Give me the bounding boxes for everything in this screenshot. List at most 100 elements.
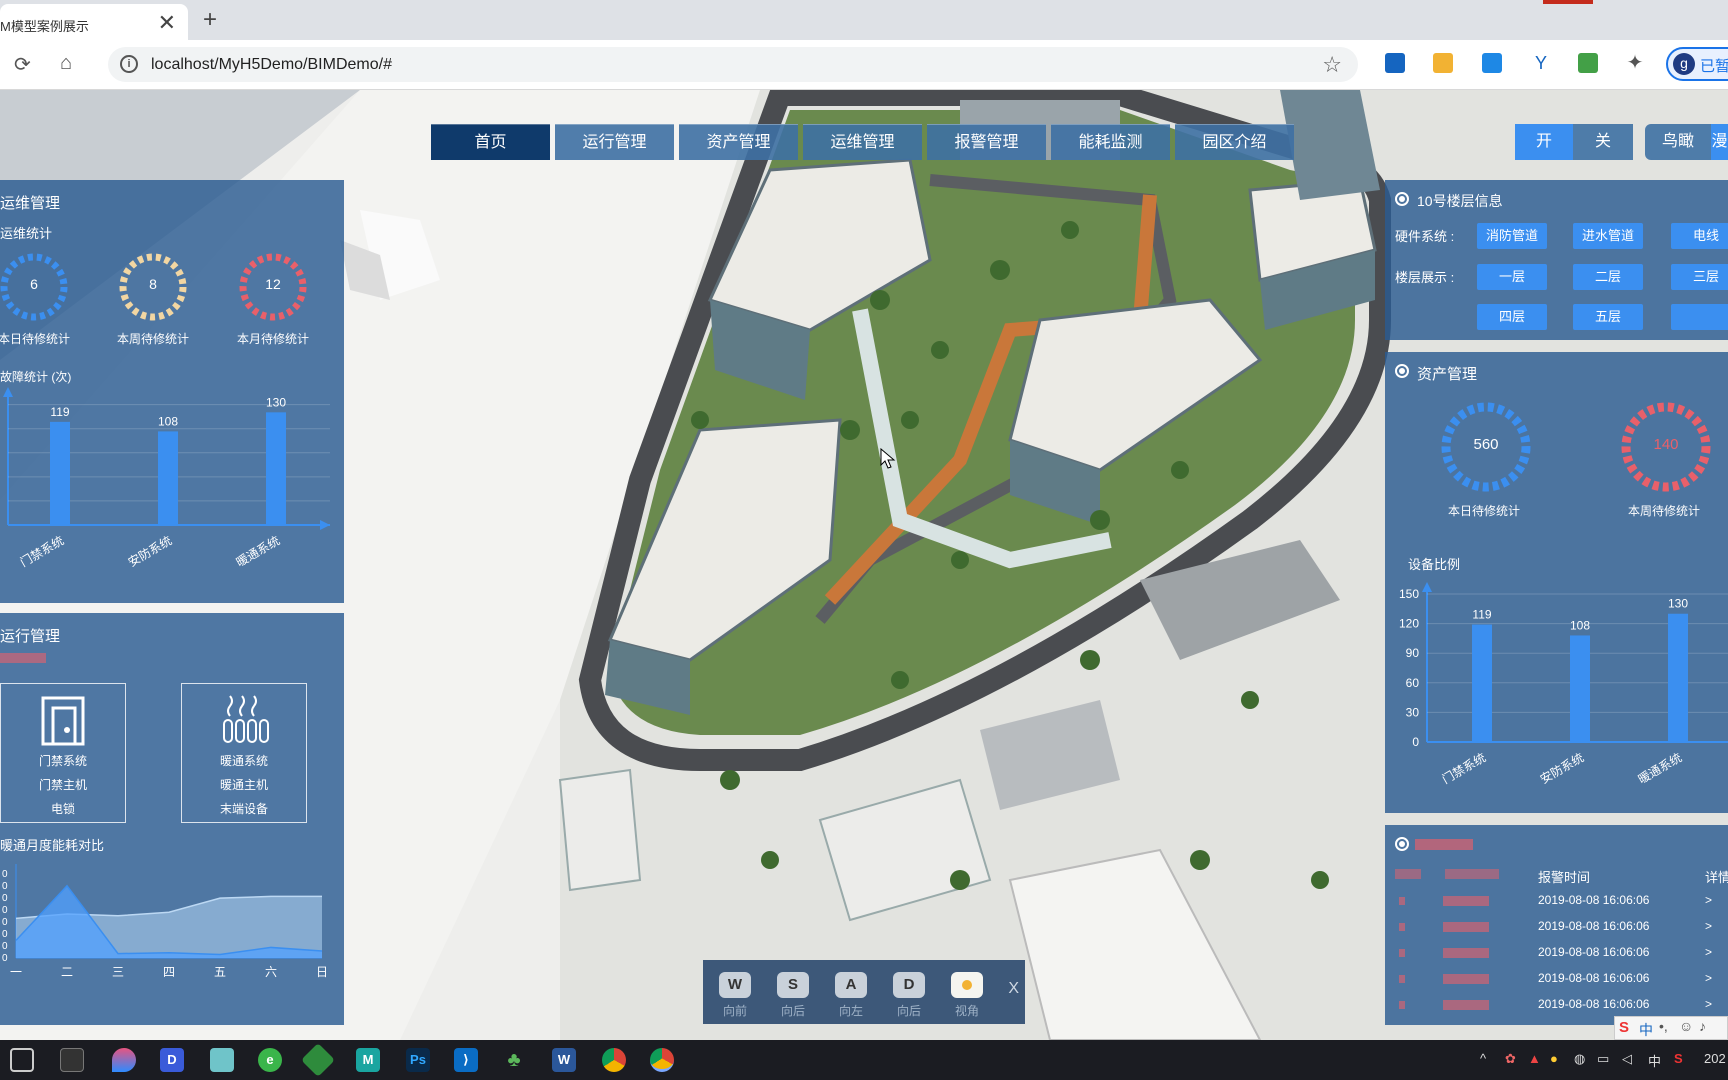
x-tick-label: 四 bbox=[163, 965, 175, 979]
network-icon[interactable]: ▭ bbox=[1597, 1051, 1609, 1067]
left-maintenance-panel: 运维管理 运维统计 6 本日待修统计 8 本周待修统计 12 本月待修统计 故障… bbox=[0, 180, 344, 603]
profile-button[interactable]: g 已暂 bbox=[1666, 47, 1728, 81]
ime-mic-icon[interactable]: ♪ bbox=[1699, 1018, 1706, 1034]
alarm-detail-link[interactable]: > bbox=[1705, 945, 1712, 959]
m-app-icon[interactable]: M bbox=[356, 1048, 380, 1072]
terminal-icon[interactable] bbox=[60, 1048, 84, 1072]
btn-floor-2[interactable]: 二层 bbox=[1573, 264, 1643, 290]
y-tick-label: 120 bbox=[1399, 617, 1419, 631]
alarm-row[interactable]: 2019-08-08 16:06:06 > bbox=[1385, 916, 1728, 940]
window-close-button[interactable] bbox=[1543, 0, 1593, 4]
access-control-card[interactable]: 门禁系统 门禁主机 电锁 bbox=[0, 683, 126, 823]
ime-floating-bar[interactable]: S 中 •, ☺ ♪ bbox=[1614, 1016, 1728, 1040]
nav-home[interactable]: 首页 bbox=[431, 124, 550, 160]
alarm-row[interactable]: 2019-08-08 16:06:06 > bbox=[1385, 968, 1728, 992]
tray-app-icon[interactable]: ✿ bbox=[1505, 1051, 1516, 1067]
nav-asset[interactable]: 资产管理 bbox=[679, 124, 798, 160]
ring-value: 8 bbox=[149, 276, 157, 292]
alarm-detail-link[interactable]: > bbox=[1705, 919, 1712, 933]
key-w-button[interactable]: W bbox=[719, 972, 751, 998]
view-angle-button[interactable] bbox=[951, 972, 983, 998]
site-info-icon[interactable]: i bbox=[120, 55, 138, 73]
key-s-button[interactable]: S bbox=[777, 972, 809, 998]
maps-app-icon[interactable] bbox=[112, 1048, 136, 1072]
left-operation-panel: 运行管理 门禁系统 门禁主机 电锁 暖通系统 暖通主机 末端设备 暖通月度能耗对… bbox=[0, 613, 344, 1025]
alarm-row[interactable]: 2019-08-08 16:06:06 > bbox=[1385, 942, 1728, 966]
view-roam-button[interactable]: 漫 bbox=[1711, 124, 1728, 160]
sogou-logo-icon: S bbox=[1619, 1019, 1630, 1036]
volume-icon[interactable]: ◁ bbox=[1622, 1051, 1632, 1067]
bookmark-star-icon[interactable]: ☆ bbox=[1322, 52, 1342, 78]
nav-operation[interactable]: 运行管理 bbox=[555, 124, 674, 160]
alarm-detail-link[interactable]: > bbox=[1705, 997, 1712, 1011]
key-a-button[interactable]: A bbox=[835, 972, 867, 998]
nav-alarm[interactable]: 报警管理 bbox=[927, 124, 1046, 160]
alarm-detail-link[interactable]: > bbox=[1705, 971, 1712, 985]
alarm-title-red bbox=[1415, 839, 1473, 850]
ime-punct-icon[interactable]: •, bbox=[1659, 1018, 1668, 1034]
extensions-puzzle-icon[interactable]: ✦ bbox=[1625, 53, 1645, 73]
clover-app-icon[interactable]: ♣ bbox=[502, 1048, 526, 1072]
task-view-icon[interactable] bbox=[10, 1048, 34, 1072]
vue-extension-icon[interactable]: Y bbox=[1531, 53, 1551, 73]
url-text[interactable]: localhost/MyH5Demo/BIMDemo/# bbox=[151, 56, 392, 74]
controls-close-button[interactable]: X bbox=[1008, 980, 1019, 998]
key-caption: 向前 bbox=[722, 1004, 747, 1018]
alarm-row[interactable]: 2019-08-08 16:06:06 > bbox=[1385, 994, 1728, 1018]
translate-extension-icon[interactable] bbox=[1482, 53, 1502, 73]
btn-floor-1[interactable]: 一层 bbox=[1477, 264, 1547, 290]
switch-on-button[interactable]: 开 bbox=[1515, 124, 1573, 160]
grid-extension-icon[interactable] bbox=[1578, 53, 1598, 73]
vscode-icon[interactable]: ⟩ bbox=[454, 1048, 478, 1072]
energy-label: 暖通月度能耗对比 bbox=[0, 838, 105, 853]
clock-extension-icon[interactable] bbox=[1433, 53, 1453, 73]
ratio-label: 设备比例 bbox=[1408, 557, 1461, 572]
photoshop-icon[interactable]: Ps bbox=[406, 1048, 430, 1072]
alarm-panel: 报警时间 详情 2019-08-08 16:06:06 >2019-08-08 1… bbox=[1385, 825, 1728, 1025]
chrome-active-icon[interactable] bbox=[650, 1048, 674, 1072]
ring-caption: 本日待修统计 bbox=[0, 332, 71, 346]
btn-floor-5[interactable]: 五层 bbox=[1573, 304, 1643, 330]
btn-floor-4[interactable]: 四层 bbox=[1477, 304, 1547, 330]
btn-water-pipe[interactable]: 进水管道 bbox=[1573, 223, 1643, 249]
word-icon[interactable]: W bbox=[552, 1048, 576, 1072]
clock[interactable]: 202 bbox=[1704, 1051, 1726, 1066]
view-birdseye-button[interactable]: 鸟瞰 bbox=[1645, 124, 1711, 160]
d-app-icon[interactable]: D bbox=[160, 1048, 184, 1072]
nav-park[interactable]: 园区介绍 bbox=[1175, 124, 1294, 160]
chrome-icon[interactable] bbox=[602, 1048, 626, 1072]
bar bbox=[266, 412, 286, 525]
tray-app-icon[interactable]: ● bbox=[1550, 1051, 1558, 1066]
tray-app-icon[interactable]: ◍ bbox=[1574, 1051, 1585, 1067]
browser-green-icon[interactable]: e bbox=[258, 1048, 282, 1072]
alarm-row[interactable]: 2019-08-08 16:06:06 > bbox=[1385, 890, 1728, 914]
browser-tab[interactable]: M模型案例展示 ✕ bbox=[0, 4, 188, 40]
floor-info-panel: 10号楼层信息 硬件系统 : 楼层展示 : 消防管道 进水管道 电线 一层 二层… bbox=[1385, 180, 1728, 340]
btn-fire-pipe[interactable]: 消防管道 bbox=[1477, 223, 1547, 249]
btn-floor-3[interactable]: 三层 bbox=[1671, 264, 1728, 290]
ime-mode[interactable]: 中 bbox=[1639, 1020, 1653, 1040]
address-bar[interactable]: i localhost/MyH5Demo/BIMDemo/# ☆ bbox=[108, 47, 1358, 82]
btn-floor-6[interactable] bbox=[1671, 304, 1728, 330]
ime-indicator[interactable]: 中 bbox=[1648, 1051, 1661, 1070]
download-extension-icon[interactable] bbox=[1385, 53, 1405, 73]
home-icon[interactable]: ⌂ bbox=[60, 52, 72, 75]
alarm-detail-link[interactable]: > bbox=[1705, 893, 1712, 907]
reload-icon[interactable]: ⟳ bbox=[14, 52, 31, 77]
tray-app-icon[interactable]: ▲ bbox=[1528, 1051, 1541, 1066]
ime-emoji-icon[interactable]: ☺ bbox=[1679, 1018, 1693, 1034]
key-d-button[interactable]: D bbox=[893, 972, 925, 998]
hvac-card[interactable]: 暖通系统 暖通主机 末端设备 bbox=[181, 683, 307, 823]
notes-app-icon[interactable] bbox=[210, 1048, 234, 1072]
git-app-icon[interactable] bbox=[301, 1043, 335, 1077]
y-tick-label: 90 bbox=[1406, 646, 1420, 660]
new-tab-icon[interactable]: + bbox=[203, 6, 217, 34]
sogou-tray-icon[interactable]: S bbox=[1674, 1051, 1683, 1066]
tab-close-icon[interactable]: ✕ bbox=[158, 10, 176, 36]
tray-chevron-icon[interactable]: ^ bbox=[1480, 1051, 1486, 1066]
switch-off-button[interactable]: 关 bbox=[1573, 124, 1633, 160]
windows-taskbar: D e M Ps ⟩ ♣ W ^ ✿ ▲ ● ◍ ▭ ◁ 中 S 202 bbox=[0, 1040, 1728, 1080]
nav-energy[interactable]: 能耗监测 bbox=[1051, 124, 1170, 160]
nav-maintenance[interactable]: 运维管理 bbox=[803, 124, 922, 160]
btn-wire[interactable]: 电线 bbox=[1671, 223, 1728, 249]
